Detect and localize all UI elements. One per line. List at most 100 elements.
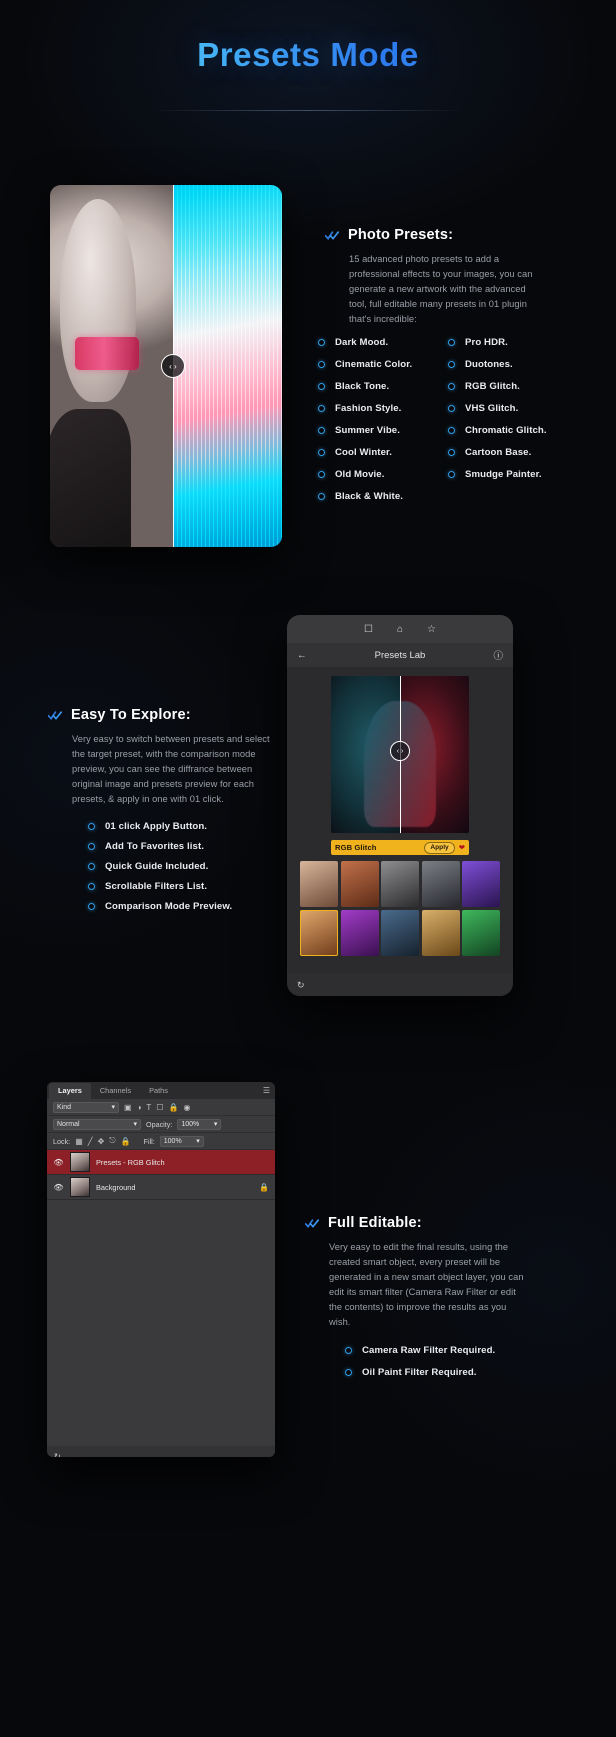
save-icon[interactable]: ☐: [364, 624, 373, 635]
header-divider: [149, 110, 467, 111]
list-item-selected[interactable]: [300, 909, 338, 956]
bullet-ring-icon: [448, 405, 455, 412]
list-item[interactable]: [300, 861, 338, 907]
bullet-ring-icon: [448, 383, 455, 390]
opacity-field[interactable]: 100% ▾: [177, 1118, 222, 1130]
list-item[interactable]: Fashion Style.: [318, 403, 432, 414]
list-item[interactable]: [421, 861, 460, 907]
preset-thumbnail-grid: [300, 861, 500, 956]
pixel-layer-icon[interactable]: ▣: [124, 1103, 132, 1112]
list-item[interactable]: [381, 861, 419, 907]
list-item[interactable]: [462, 861, 500, 907]
tab-paths[interactable]: Paths: [140, 1083, 177, 1099]
lock-image-icon[interactable]: ╱: [88, 1137, 93, 1146]
bullet-ring-icon: [318, 427, 325, 434]
app-preview-canvas: ‹ ›: [331, 676, 469, 833]
list-item[interactable]: [421, 909, 460, 956]
photo-presets-body: 15 advanced photo presets to add a profe…: [349, 254, 533, 325]
eye-icon[interactable]: 👁: [53, 1183, 64, 1192]
list-item[interactable]: Comparison Mode Preview.: [88, 901, 298, 912]
apply-button[interactable]: Apply: [424, 841, 455, 854]
bullet-ring-icon: [448, 471, 455, 478]
layer-thumbnail: [70, 1177, 90, 1197]
tab-channels[interactable]: Channels: [91, 1083, 140, 1099]
list-item[interactable]: Black Tone.: [318, 381, 432, 392]
blend-mode-select[interactable]: Normal ▾: [53, 1118, 141, 1130]
list-item[interactable]: Dark Mood.: [318, 337, 432, 348]
list-item[interactable]: [340, 861, 379, 907]
list-item[interactable]: RGB Glitch.: [448, 381, 562, 392]
bullet-ring-icon: [448, 339, 455, 346]
requirements-list: Camera Raw Filter Required. Oil Paint Fi…: [345, 1345, 555, 1378]
list-item[interactable]: Black & White.: [318, 491, 432, 502]
arrow-left-icon[interactable]: ←: [297, 650, 307, 661]
refresh-icon[interactable]: ↻: [54, 1452, 61, 1458]
smart-object-icon[interactable]: 🔒: [168, 1103, 178, 1112]
photo-compare-handle[interactable]: ‹ ›: [160, 354, 185, 378]
preset-label: Cool Winter.: [335, 447, 393, 458]
eye-icon[interactable]: 👁: [53, 1158, 64, 1167]
lock-transparency-icon[interactable]: ▦: [75, 1137, 83, 1146]
bullet-ring-icon: [88, 863, 95, 871]
list-item[interactable]: VHS Glitch.: [448, 403, 562, 414]
list-item[interactable]: [462, 909, 500, 956]
preset-label: Old Movie.: [335, 469, 385, 480]
feature-label: Add To Favorites list.: [105, 841, 205, 853]
layer-kind-filter[interactable]: Kind ▾: [53, 1101, 119, 1113]
lock-all-icon[interactable]: 🔒: [121, 1137, 131, 1146]
layer-name: Presets - RGB Glitch: [96, 1157, 165, 1167]
list-item[interactable]: Scrollable Filters List.: [88, 881, 298, 892]
adjustment-layer-icon[interactable]: ◑: [137, 1103, 142, 1112]
blend-mode-value: Normal: [57, 1120, 80, 1128]
list-item[interactable]: Pro HDR.: [448, 337, 562, 348]
preview-compare-handle[interactable]: ‹ ›: [390, 741, 410, 762]
home-icon[interactable]: ⌂: [397, 624, 403, 635]
tab-layers[interactable]: Layers: [49, 1082, 91, 1099]
bullet-ring-icon: [88, 823, 95, 831]
list-item[interactable]: [381, 909, 419, 956]
type-layer-icon[interactable]: T: [146, 1103, 151, 1112]
preset-label: RGB Glitch.: [465, 381, 520, 392]
star-icon[interactable]: ☆: [427, 624, 436, 635]
panel-tab-bar: Layers Channels Paths ☰: [47, 1082, 275, 1099]
list-item[interactable]: 01 click Apply Button.: [88, 821, 298, 832]
list-item[interactable]: Cinematic Color.: [318, 359, 432, 370]
list-item[interactable]: Cartoon Base.: [448, 447, 562, 458]
list-item[interactable]: [340, 909, 379, 956]
list-item[interactable]: Old Movie.: [318, 469, 432, 480]
page-title: Presets Mode: [0, 36, 616, 74]
list-item[interactable]: Cool Winter.: [318, 447, 432, 458]
list-item[interactable]: Oil Paint Filter Required.: [345, 1367, 555, 1378]
double-check-icon: [48, 711, 62, 720]
photo-scanlines-overlay: [172, 185, 282, 547]
list-item[interactable]: Chromatic Glitch.: [448, 425, 562, 436]
fill-field[interactable]: 100% ▾: [159, 1135, 204, 1147]
layer-filter-row: Kind ▾ ▣ ◑ T ☐ 🔒 ◉: [47, 1099, 275, 1116]
chevron-down-icon: ▾: [213, 1121, 218, 1128]
info-icon[interactable]: ⓘ: [493, 648, 503, 662]
table-row[interactable]: 👁 Presets - RGB Glitch: [47, 1150, 275, 1175]
photoshop-layers-panel: Layers Channels Paths ☰ Kind ▾ ▣ ◑ T ☐ 🔒…: [47, 1082, 275, 1457]
filter-toggle-icon[interactable]: ◉: [183, 1103, 190, 1112]
lock-nesting-icon[interactable]: ⎋: [109, 1136, 115, 1146]
full-editable-text: Full Editable: Very easy to edit the fin…: [305, 1215, 555, 1389]
preset-list-right: Pro HDR. Duotones. RGB Glitch. VHS Glitc…: [448, 337, 562, 513]
chevron-down-icon: ▾: [196, 1138, 200, 1145]
list-item[interactable]: Duotones.: [448, 359, 562, 370]
opacity-label: Opacity:: [146, 1119, 173, 1129]
refresh-icon[interactable]: ↻: [297, 980, 305, 991]
panel-menu-icon[interactable]: ☰: [263, 1086, 270, 1095]
photo-presets-title: Photo Presets:: [348, 227, 454, 243]
list-item[interactable]: Quick Guide Included.: [88, 861, 298, 872]
shape-layer-icon[interactable]: ☐: [156, 1103, 163, 1112]
list-item[interactable]: Add To Favorites list.: [88, 841, 298, 852]
table-row[interactable]: 👁 Background 🔒: [47, 1175, 275, 1200]
list-item[interactable]: Summer Vibe.: [318, 425, 432, 436]
layer-name: Background: [96, 1182, 136, 1192]
heart-icon[interactable]: ❤: [459, 843, 465, 852]
list-item[interactable]: Smudge Painter.: [448, 469, 562, 480]
list-item[interactable]: Camera Raw Filter Required.: [345, 1345, 555, 1356]
app-screen-title: Presets Lab: [374, 649, 426, 661]
preset-label: Duotones.: [465, 359, 513, 370]
lock-position-icon[interactable]: ✥: [98, 1137, 105, 1146]
